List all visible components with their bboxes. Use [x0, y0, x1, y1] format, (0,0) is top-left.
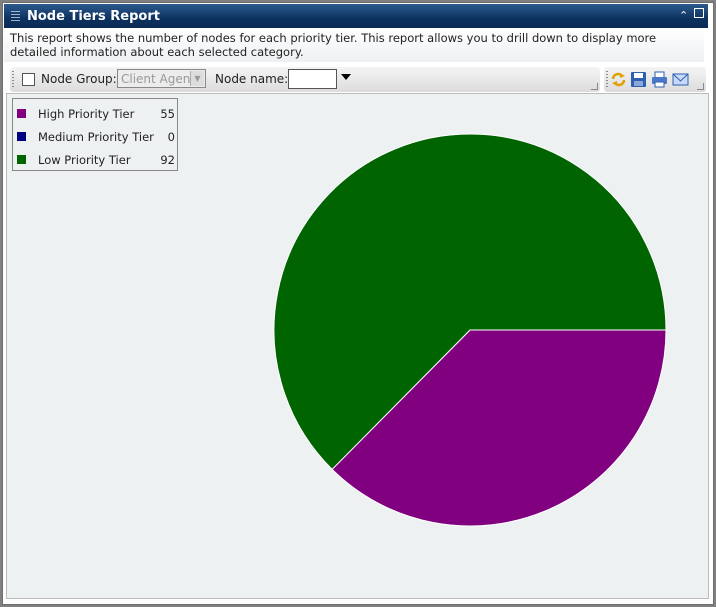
legend-swatch: [17, 155, 26, 164]
legend-item[interactable]: Medium Priority Tier 0: [17, 129, 175, 145]
legend-label: Medium Priority Tier: [38, 130, 154, 144]
legend-swatch: [17, 109, 26, 118]
legend-swatch: [17, 132, 26, 141]
chart-legend: High Priority Tier 55 Medium Priority Tier…: [12, 98, 178, 171]
legend-label: Low Priority Tier: [38, 153, 131, 167]
legend-value: 55: [160, 107, 175, 121]
legend-value: 0: [167, 130, 175, 144]
pie-chart: [273, 133, 667, 527]
legend-label: High Priority Tier: [38, 107, 135, 121]
legend-item[interactable]: High Priority Tier 55: [17, 106, 175, 122]
legend-item[interactable]: Low Priority Tier 92: [17, 152, 175, 168]
legend-value: 92: [160, 153, 175, 167]
